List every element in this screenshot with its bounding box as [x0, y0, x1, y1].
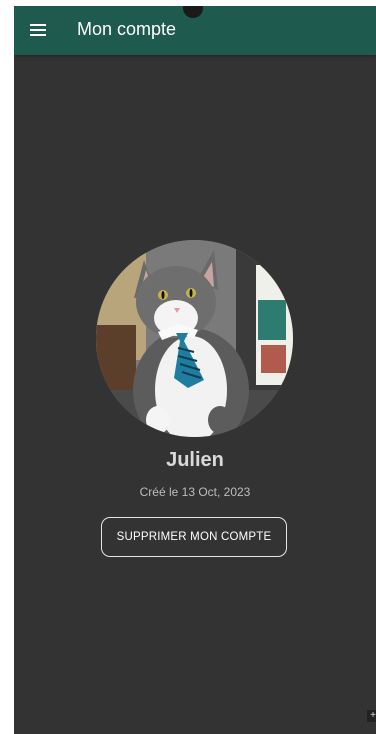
account-screen: Mon compte Julien Créé le 13 Oct, 2023 S…: [14, 6, 376, 734]
account-created-date: Créé le 13 Oct, 2023: [139, 485, 251, 499]
menu-button[interactable]: [24, 18, 52, 42]
user-name: Julien: [166, 449, 224, 471]
page-title: Mon compte: [77, 19, 177, 39]
avatar-image: [96, 240, 293, 437]
hamburger-menu-icon: [30, 24, 46, 36]
plus-icon[interactable]: +: [367, 710, 376, 722]
app-bar: Mon compte: [14, 6, 376, 55]
delete-account-button[interactable]: SUPPRIMER MON COMPTE: [101, 517, 287, 557]
camera-cutout: [183, 6, 203, 18]
avatar: [96, 240, 293, 437]
